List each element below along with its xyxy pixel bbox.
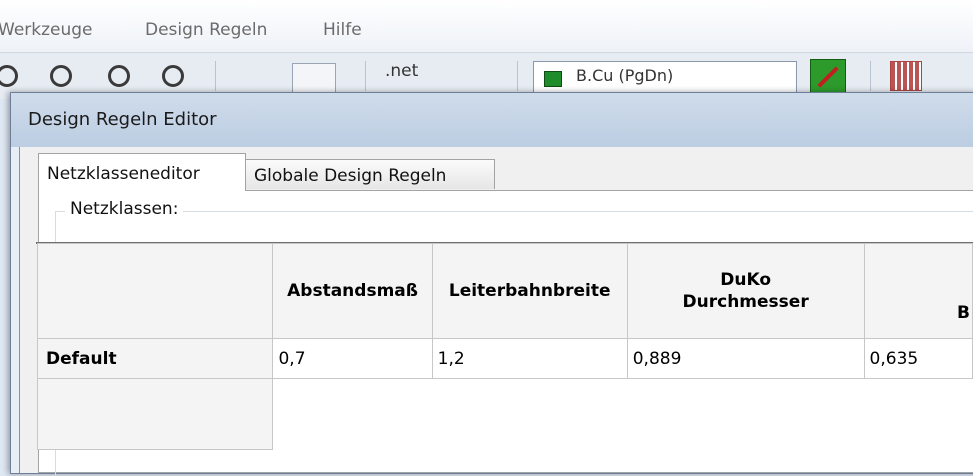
netlist-icon[interactable] [292, 63, 336, 93]
toolbar-separator [215, 61, 216, 91]
menu-werkzeuge[interactable]: Werkzeuge [0, 20, 93, 40]
netclass-grid: Abstandsmaß Leiterbahnbreite DuKo Durchm… [36, 243, 973, 450]
grid-empty-area [36, 378, 973, 450]
layer-color-swatch [544, 71, 562, 87]
tab-netzklasseneditor[interactable]: Netzklasseneditor [38, 153, 246, 191]
dialog-titlebar[interactable]: Design Regeln Editor [11, 93, 973, 147]
layer-select-value: B.Cu (PgDn) [576, 66, 674, 85]
zoom-out-icon[interactable] [50, 65, 72, 87]
tab-globale-design-regeln[interactable]: Globale Design Regeln [245, 159, 495, 189]
header-line: DuKo [720, 270, 772, 290]
table-cell[interactable]: 0,635 [863, 338, 973, 379]
tab-label: Netzklasseneditor [47, 164, 200, 184]
group-label: Netzklassen: [65, 199, 184, 219]
layer-select[interactable]: B.Cu (PgDn) [533, 61, 797, 93]
zoom-fit-icon[interactable] [162, 65, 184, 87]
row-header-empty [36, 378, 274, 450]
grid-blank-area [272, 378, 973, 450]
tab-label: Globale Design Regeln [254, 166, 447, 186]
zoom-in-icon[interactable] [0, 65, 18, 87]
table-cell[interactable]: 1,2 [431, 338, 628, 379]
toolbar-separator [365, 61, 366, 91]
toolbar-separator [517, 61, 518, 91]
header-line: Durchmesser [682, 292, 809, 312]
grid-corner-cell[interactable] [36, 243, 274, 339]
menu-design-regeln[interactable]: Design Regeln [145, 20, 267, 40]
table-cell[interactable]: 0,7 [272, 338, 433, 379]
dialog-title: Design Regeln Editor [28, 109, 217, 130]
toolbar-separator [870, 61, 871, 91]
zoom-refresh-icon[interactable] [108, 65, 130, 87]
column-header-leiterbahnbreite[interactable]: Leiterbahnbreite [431, 243, 628, 339]
column-header-truncated[interactable]: B [863, 243, 973, 339]
column-header-duko-durchmesser[interactable]: DuKo Durchmesser [626, 243, 865, 339]
grid-header-row: Abstandsmaß Leiterbahnbreite DuKo Durchm… [36, 243, 973, 339]
row-header-default[interactable]: Default [36, 338, 274, 379]
menu-hilfe[interactable]: Hilfe [323, 20, 362, 40]
column-header-abstandsmass[interactable]: Abstandsmaß [272, 243, 433, 339]
table-row: Default 0,7 1,2 0,889 0,635 [36, 338, 973, 379]
app-menubar: Werkzeuge Design Regeln Hilfe [0, 0, 973, 52]
net-label[interactable]: .net [385, 61, 418, 81]
footprint-icon[interactable] [890, 61, 922, 91]
table-cell[interactable]: 0,889 [626, 338, 865, 379]
drc-icon[interactable] [810, 59, 846, 95]
